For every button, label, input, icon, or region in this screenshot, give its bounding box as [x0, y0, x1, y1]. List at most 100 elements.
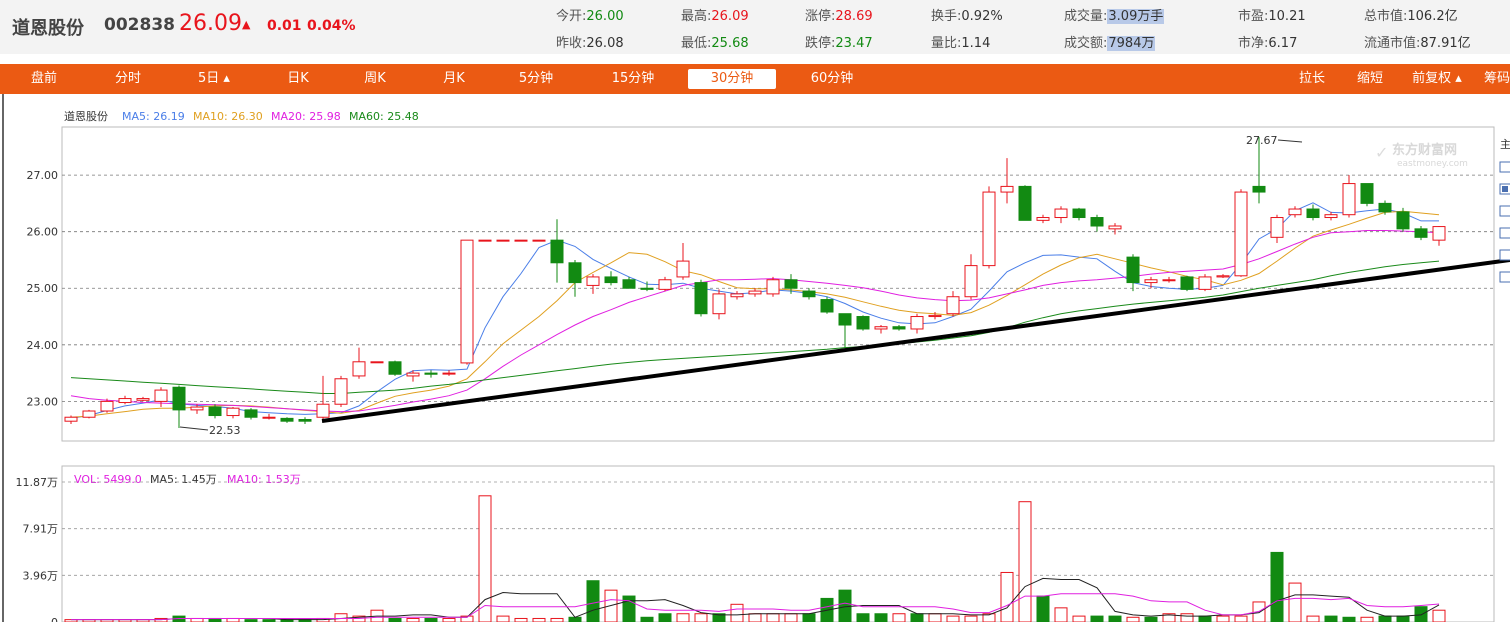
- tab-30min[interactable]: 30分钟: [688, 69, 776, 89]
- candle-body: [568, 262, 582, 284]
- fq-dropdown[interactable]: 前复权 ▴: [1402, 69, 1472, 89]
- tab-monthly-k[interactable]: 月K: [418, 69, 490, 89]
- candle: [388, 360, 402, 376]
- price-tick-label: 26.00: [27, 226, 59, 239]
- candle-body: [1090, 217, 1104, 227]
- shrink-button[interactable]: 缩短: [1348, 69, 1392, 89]
- candle-body: [226, 407, 240, 417]
- candle: [856, 315, 870, 331]
- volume-bar: [1396, 615, 1410, 623]
- candle: [766, 276, 780, 297]
- candle-body: [892, 326, 906, 330]
- volume-bar: [658, 613, 672, 623]
- legend-ma10: MA10: 26.30: [193, 110, 263, 123]
- volume-bar: [1324, 615, 1338, 623]
- indicator-checkbox-6[interactable]: [1499, 271, 1510, 283]
- volume-bar: [946, 615, 960, 623]
- candle-body: [460, 239, 474, 364]
- volume-bar: [406, 617, 420, 623]
- volume-bar: [532, 617, 546, 623]
- volume-tick-label: 7.91万: [23, 523, 59, 536]
- candle: [1198, 274, 1212, 292]
- legend-ma20: MA20: 25.98: [271, 110, 341, 123]
- candle-body: [766, 279, 780, 295]
- volume-legend: VOL: 5499.0 MA5: 1.45万 MA10: 1.53万: [74, 473, 301, 486]
- candle-body: [316, 403, 330, 418]
- volume-bar: [604, 589, 618, 623]
- candle-body: [388, 361, 402, 375]
- candle: [532, 239, 546, 242]
- chips-button[interactable]: 筹码: [1484, 69, 1510, 89]
- indicator-checkbox-5[interactable]: [1499, 249, 1510, 261]
- volume-bar: [1378, 615, 1392, 623]
- tab-premarket[interactable]: 盘前: [8, 69, 80, 89]
- period-tab-bar: 盘前 分时 5日 ▴ 日K 周K 月K 5分钟 15分钟 30分钟 60分钟 拉…: [0, 64, 1510, 94]
- candle: [370, 361, 384, 364]
- tab-15min[interactable]: 15分钟: [595, 69, 671, 89]
- candle-body: [190, 406, 204, 411]
- volume-bar: [1018, 501, 1032, 623]
- candle-body: [334, 378, 348, 405]
- candle-body: [1216, 275, 1230, 278]
- tab-60min[interactable]: 60分钟: [794, 69, 870, 89]
- volume-bar: [514, 617, 528, 623]
- volume-bar: [784, 613, 798, 623]
- indicator-checkbox-4[interactable]: [1499, 227, 1510, 239]
- tab-daily-k[interactable]: 日K: [262, 69, 334, 89]
- stat-pe: 市盈:10.21: [1238, 9, 1306, 24]
- volume-bar: [1108, 615, 1122, 623]
- indicator-checkbox-1[interactable]: [1499, 161, 1510, 173]
- candle-body: [136, 398, 150, 401]
- candle-body: [424, 372, 438, 375]
- legend-vol-ma10: MA10: 1.53万: [227, 473, 301, 486]
- candle-body: [910, 316, 924, 330]
- candle-body: [496, 239, 510, 242]
- volume-bar: [892, 613, 906, 623]
- candle-body: [1162, 279, 1176, 282]
- watermark-sub: eastmoney.com: [1397, 159, 1468, 169]
- volume-bar: [1180, 613, 1194, 623]
- volume-tick-label: 3.96万: [23, 569, 59, 582]
- candle-body: [982, 191, 996, 267]
- candle: [694, 279, 708, 317]
- candle-body: [604, 276, 618, 284]
- candle: [514, 239, 528, 242]
- legend-name: 道恩股份: [64, 109, 108, 123]
- tab-5min[interactable]: 5分钟: [500, 69, 572, 89]
- volume-bar: [586, 580, 600, 623]
- indicator-checkbox-2-mark: [1502, 186, 1508, 192]
- candle-body: [442, 372, 456, 375]
- candle-body: [1360, 183, 1374, 204]
- candle: [496, 239, 510, 242]
- volume-bar: [676, 613, 690, 623]
- volume-bar: [1270, 551, 1284, 623]
- candle-body: [1198, 276, 1212, 290]
- legend-vol-ma5: MA5: 1.45万: [150, 473, 217, 486]
- candle-body: [802, 290, 816, 298]
- candle-body: [1054, 208, 1068, 219]
- volume-tick-label: 0: [51, 616, 58, 622]
- stat-prev-close: 昨收:26.08: [556, 36, 624, 51]
- candle-body: [262, 416, 276, 419]
- stat-open: 今开:26.00: [556, 9, 624, 24]
- candle-body: [928, 314, 942, 318]
- tab-weekly-k[interactable]: 周K: [339, 69, 411, 89]
- stat-low: 最低:25.68: [681, 36, 749, 51]
- candle-body: [694, 282, 708, 315]
- candle-body: [856, 316, 870, 330]
- candle: [478, 239, 492, 242]
- indicator-checkbox-3[interactable]: [1499, 205, 1510, 217]
- tab-5day[interactable]: 5日 ▴: [178, 69, 250, 89]
- legend-vol: VOL: 5499.0: [74, 473, 142, 486]
- volume-bar: [568, 616, 582, 623]
- stretch-button[interactable]: 拉长: [1290, 69, 1334, 89]
- candle: [820, 296, 834, 314]
- candle: [1234, 189, 1248, 277]
- candle-body: [946, 296, 960, 315]
- volume-bar: [910, 613, 924, 623]
- tab-intraday[interactable]: 分时: [92, 69, 164, 89]
- kline-chart[interactable]: 道恩股份 MA5: 26.19 MA10: 26.30 MA20: 25.98 …: [0, 94, 1510, 626]
- volume-bar: [1216, 615, 1230, 623]
- candle-body: [64, 416, 78, 422]
- candle-body: [1126, 256, 1140, 284]
